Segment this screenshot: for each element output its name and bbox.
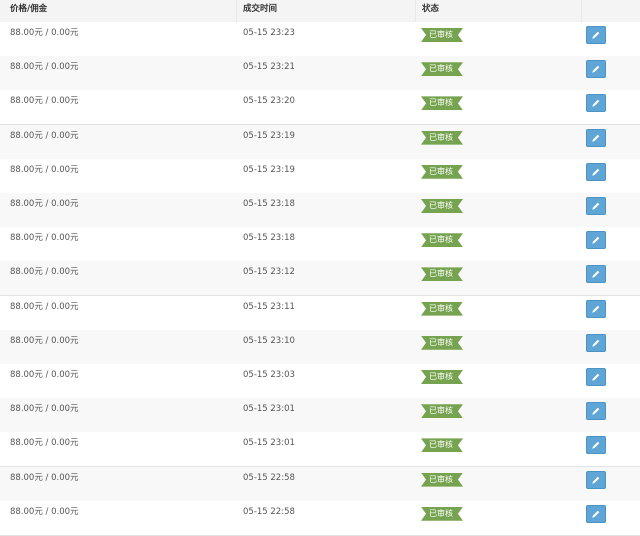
table-row: 88.00元 / 0.00元 05-15 23:18 已审核 [0, 193, 640, 228]
table-row: 88.00元 / 0.00元 05-15 23:11 已审核 [0, 295, 640, 331]
pencil-icon [592, 168, 600, 176]
orders-table: 价格/佣金 成交时间 状态 88.00元 / 0.00元 05-15 23:23 已… [0, 0, 640, 536]
status-badge: 已审核 [421, 28, 463, 42]
pencil-icon [592, 100, 600, 108]
deal-time-cell: 05-15 23:18 [243, 199, 295, 209]
table-row: 88.00元 / 0.00元 05-15 23:19 已审核 [0, 124, 640, 160]
deal-time-cell: 05-15 23:20 [243, 96, 295, 107]
status-badge: 已审核 [421, 233, 463, 248]
edit-button[interactable] [586, 299, 606, 318]
deal-time-cell: 05-15 23:11 [243, 301, 295, 312]
pencil-icon [592, 442, 600, 450]
edit-button[interactable] [586, 162, 606, 181]
table-row: 88.00元 / 0.00元 05-15 23:03 已审核 [0, 364, 640, 399]
price-commission-cell: 88.00元 / 0.00元 [10, 370, 79, 380]
edit-button[interactable] [586, 436, 606, 455]
edit-button[interactable] [586, 470, 606, 489]
deal-time-cell: 05-15 22:58 [243, 472, 295, 483]
status-badge: 已审核 [421, 199, 463, 213]
status-badge: 已审核 [421, 370, 463, 384]
header-time: 成交时间 [243, 4, 278, 14]
pencil-icon [592, 65, 600, 73]
table-header: 价格/佣金 成交时间 状态 [0, 0, 640, 23]
edit-button[interactable] [586, 402, 606, 421]
header-price: 价格/佣金 [10, 4, 48, 14]
pencil-icon [592, 510, 600, 518]
price-commission-cell: 88.00元 / 0.00元 [10, 472, 79, 483]
deal-time-cell: 05-15 22:58 [243, 506, 295, 517]
status-badge: 已审核 [421, 438, 463, 453]
edit-button[interactable] [586, 368, 606, 386]
edit-button[interactable] [586, 128, 606, 147]
edit-button[interactable] [586, 94, 606, 113]
price-commission-cell: 88.00元 / 0.00元 [10, 404, 79, 415]
status-badge: 已审核 [421, 164, 463, 179]
table-row: 88.00元 / 0.00元 05-15 23:23 已审核 [0, 22, 640, 57]
pencil-icon [592, 236, 600, 244]
status-badge: 已审核 [421, 472, 463, 487]
price-commission-cell: 88.00元 / 0.00元 [10, 28, 79, 38]
price-commission-cell: 88.00元 / 0.00元 [10, 438, 79, 449]
deal-time-cell: 05-15 23:03 [243, 370, 295, 380]
table-row: 88.00元 / 0.00元 05-15 23:12 已审核 [0, 261, 640, 297]
table-row: 88.00元 / 0.00元 05-15 23:18 已审核 [0, 227, 640, 263]
price-commission-cell: 88.00元 / 0.00元 [10, 301, 79, 312]
status-badge: 已审核 [421, 404, 463, 419]
deal-time-cell: 05-15 23:21 [243, 62, 295, 73]
status-badge: 已审核 [421, 301, 463, 316]
price-commission-cell: 88.00元 / 0.00元 [10, 164, 79, 175]
pencil-icon [592, 339, 600, 347]
deal-time-cell: 05-15 23:18 [243, 233, 295, 244]
status-badge: 已审核 [421, 506, 463, 521]
price-commission-cell: 88.00元 / 0.00元 [10, 506, 79, 517]
status-badge: 已审核 [421, 96, 463, 111]
edit-button[interactable] [586, 504, 606, 523]
status-badge: 已审核 [421, 335, 463, 350]
table-row: 88.00元 / 0.00元 05-15 23:20 已审核 [0, 90, 640, 126]
table-row: 88.00元 / 0.00元 05-15 23:19 已审核 [0, 158, 640, 194]
pencil-icon [592, 373, 600, 381]
deal-time-cell: 05-15 23:19 [243, 130, 295, 141]
price-commission-cell: 88.00元 / 0.00元 [10, 96, 79, 107]
price-commission-cell: 88.00元 / 0.00元 [10, 199, 79, 209]
table-row: 88.00元 / 0.00元 05-15 23:01 已审核 [0, 398, 640, 434]
pencil-icon [592, 31, 600, 39]
edit-button[interactable] [586, 26, 606, 44]
edit-button[interactable] [586, 333, 606, 352]
edit-button[interactable] [586, 60, 606, 79]
deal-time-cell: 05-15 23:10 [243, 335, 295, 346]
deal-time-cell: 05-15 23:19 [243, 164, 295, 175]
pencil-icon [592, 134, 600, 142]
deal-time-cell: 05-15 23:01 [243, 438, 295, 449]
deal-time-cell: 05-15 23:01 [243, 404, 295, 415]
table-row: 88.00元 / 0.00元 05-15 23:10 已审核 [0, 329, 640, 365]
price-commission-cell: 88.00元 / 0.00元 [10, 335, 79, 346]
table-row: 88.00元 / 0.00元 05-15 22:58 已审核 [0, 466, 640, 502]
deal-time-cell: 05-15 23:12 [243, 267, 295, 278]
edit-button[interactable] [586, 231, 606, 250]
deal-time-cell: 05-15 23:23 [243, 28, 295, 38]
header-status: 状态 [422, 4, 440, 14]
table-row: 88.00元 / 0.00元 05-15 22:58 已审核 [0, 500, 640, 536]
price-commission-cell: 88.00元 / 0.00元 [10, 130, 79, 141]
status-badge: 已审核 [421, 130, 463, 145]
status-badge: 已审核 [421, 267, 463, 282]
price-commission-cell: 88.00元 / 0.00元 [10, 62, 79, 73]
table-row: 88.00元 / 0.00元 05-15 23:21 已审核 [0, 56, 640, 92]
pencil-icon [592, 202, 600, 210]
pencil-icon [592, 305, 600, 313]
edit-button[interactable] [586, 265, 606, 284]
pencil-icon [592, 476, 600, 484]
pencil-icon [592, 271, 600, 279]
price-commission-cell: 88.00元 / 0.00元 [10, 233, 79, 244]
pencil-icon [592, 407, 600, 415]
edit-button[interactable] [586, 197, 606, 215]
price-commission-cell: 88.00元 / 0.00元 [10, 267, 79, 278]
table-row: 88.00元 / 0.00元 05-15 23:01 已审核 [0, 432, 640, 468]
status-badge: 已审核 [421, 62, 463, 77]
